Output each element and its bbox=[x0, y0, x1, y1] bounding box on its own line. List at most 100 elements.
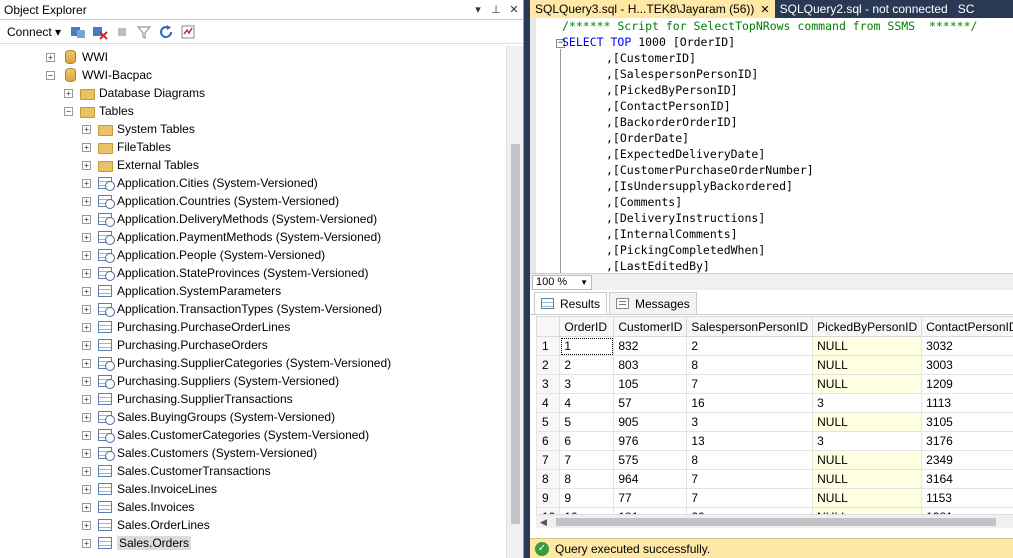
grid-cell[interactable]: 1113 bbox=[921, 393, 1013, 413]
expand-icon[interactable]: + bbox=[82, 250, 91, 260]
connect-button[interactable]: Connect ▾ bbox=[4, 25, 64, 39]
grid-cell[interactable]: 3 bbox=[812, 431, 923, 451]
tab-results[interactable]: Results bbox=[534, 292, 608, 314]
filter-icon[interactable] bbox=[136, 24, 152, 40]
expand-icon[interactable]: + bbox=[82, 160, 91, 170]
expand-icon[interactable]: + bbox=[82, 394, 91, 404]
grid-cell[interactable]: 1 bbox=[559, 336, 615, 356]
activity-monitor-icon[interactable] bbox=[180, 24, 196, 40]
grid-cell[interactable]: 9 bbox=[559, 488, 615, 508]
stop-icon[interactable] bbox=[114, 24, 130, 40]
grid-cell[interactable]: 1153 bbox=[921, 488, 1013, 508]
grid-corner[interactable] bbox=[536, 316, 561, 337]
grid-cell[interactable]: 803 bbox=[613, 355, 688, 375]
expand-icon[interactable]: + bbox=[46, 52, 55, 62]
tree-node[interactable]: + Application.DeliveryMethods (System-Ver… bbox=[82, 210, 377, 228]
row-number[interactable]: 1 bbox=[536, 336, 561, 356]
table-row[interactable]: 5 5 905 3 NULL 3105 bbox=[536, 412, 1013, 432]
zoom-select[interactable]: 100 % ▼ bbox=[532, 274, 592, 290]
results-grid[interactable]: OrderID CustomerID SalespersonPersonID Pick… bbox=[536, 316, 1013, 514]
grid-cell[interactable]: 2 bbox=[559, 355, 615, 375]
close-tab-icon[interactable]: ✕ bbox=[760, 3, 769, 16]
grid-cell[interactable]: 905 bbox=[613, 412, 688, 432]
tree-node[interactable]: + Sales.BuyingGroups (System-Versioned) bbox=[82, 408, 335, 426]
grid-cell[interactable]: 7 bbox=[559, 450, 615, 470]
tree-node[interactable]: + External Tables bbox=[82, 156, 199, 174]
row-number[interactable]: 6 bbox=[536, 431, 561, 451]
expand-icon[interactable]: + bbox=[82, 412, 91, 422]
scroll-left-icon[interactable]: ◀ bbox=[540, 517, 547, 528]
tree-node[interactable]: + Purchasing.PurchaseOrderLines bbox=[82, 318, 290, 336]
grid-cell[interactable]: NULL bbox=[812, 336, 923, 356]
expand-icon[interactable]: + bbox=[82, 322, 91, 332]
tree-node[interactable]: + Application.Countries (System-Versioned… bbox=[82, 192, 339, 210]
row-number[interactable]: 4 bbox=[536, 393, 561, 413]
document-tab[interactable]: SQLQuery2.sql - not connected bbox=[775, 0, 953, 18]
tree-node[interactable]: + Sales.Customers (System-Versioned) bbox=[82, 444, 317, 462]
grid-column-header[interactable]: OrderID bbox=[559, 316, 615, 337]
grid-hscrollbar[interactable]: ◀ bbox=[536, 514, 1013, 528]
expand-icon[interactable]: + bbox=[82, 466, 91, 476]
collapse-icon[interactable]: − bbox=[46, 70, 55, 80]
grid-cell[interactable]: NULL bbox=[812, 450, 923, 470]
grid-cell[interactable]: 832 bbox=[613, 336, 688, 356]
grid-cell[interactable]: 3 bbox=[812, 393, 923, 413]
grid-cell[interactable]: 16 bbox=[686, 393, 814, 413]
table-row[interactable]: 4 4 57 16 3 1113 bbox=[536, 393, 1013, 413]
grid-cell[interactable]: 8 bbox=[686, 355, 814, 375]
expand-icon[interactable]: + bbox=[82, 376, 91, 386]
grid-scroll-thumb[interactable] bbox=[556, 518, 996, 526]
tree-node[interactable]: + Purchasing.Suppliers (System-Versioned) bbox=[82, 372, 339, 390]
grid-column-header[interactable]: ContactPersonID bbox=[921, 316, 1013, 337]
grid-cell[interactable]: 77 bbox=[613, 488, 688, 508]
grid-cell[interactable]: 3105 bbox=[921, 412, 1013, 432]
expand-icon[interactable]: + bbox=[82, 502, 91, 512]
expand-icon[interactable]: + bbox=[82, 124, 91, 134]
grid-column-header[interactable]: SalespersonPersonID bbox=[686, 316, 814, 337]
grid-cell[interactable]: 6 bbox=[559, 431, 615, 451]
pin-icon[interactable]: ⊥ bbox=[487, 3, 505, 16]
grid-cell[interactable]: NULL bbox=[812, 355, 923, 375]
tree-node[interactable]: + Sales.OrderLines bbox=[82, 516, 210, 534]
tree-node[interactable]: + Sales.CustomerTransactions bbox=[82, 462, 271, 480]
tree-node[interactable]: + Application.Cities (System-Versioned) bbox=[82, 174, 318, 192]
collapse-icon[interactable]: − bbox=[64, 106, 73, 116]
grid-cell[interactable]: 3 bbox=[559, 374, 615, 394]
close-icon[interactable]: ✕ bbox=[505, 3, 523, 16]
tree-node[interactable]: + FileTables bbox=[82, 138, 171, 156]
tree-node[interactable]: + Sales.CustomerCategories (System-Versio… bbox=[82, 426, 369, 444]
expand-icon[interactable]: + bbox=[82, 340, 91, 350]
table-row[interactable]: 2 2 803 8 NULL 3003 bbox=[536, 355, 1013, 375]
table-row[interactable]: 6 6 976 13 3 3176 bbox=[536, 431, 1013, 451]
grid-cell[interactable]: NULL bbox=[812, 412, 923, 432]
expand-icon[interactable]: + bbox=[82, 286, 91, 296]
expand-icon[interactable]: + bbox=[82, 484, 91, 494]
grid-cell[interactable]: 7 bbox=[686, 488, 814, 508]
tree-node[interactable]: + Sales.Orders bbox=[82, 534, 192, 552]
tree-node[interactable]: + Sales.InvoiceLines bbox=[82, 480, 217, 498]
expand-icon[interactable]: + bbox=[82, 142, 91, 152]
grid-cell[interactable]: 2 bbox=[686, 336, 814, 356]
tree-node[interactable]: + Application.TransactionTypes (System-Ve… bbox=[82, 300, 382, 318]
document-tab[interactable]: SC bbox=[953, 0, 980, 18]
grid-cell[interactable]: NULL bbox=[812, 374, 923, 394]
grid-cell[interactable]: 57 bbox=[613, 393, 688, 413]
connect-server-icon[interactable] bbox=[70, 24, 86, 40]
grid-cell[interactable]: 1209 bbox=[921, 374, 1013, 394]
row-number[interactable]: 3 bbox=[536, 374, 561, 394]
grid-cell[interactable]: 5 bbox=[559, 412, 615, 432]
grid-cell[interactable]: 105 bbox=[613, 374, 688, 394]
tree-node[interactable]: + Application.People (System-Versioned) bbox=[82, 246, 325, 264]
expand-icon[interactable]: + bbox=[82, 358, 91, 368]
row-number[interactable]: 2 bbox=[536, 355, 561, 375]
grid-cell[interactable]: 7 bbox=[686, 469, 814, 489]
row-number[interactable]: 9 bbox=[536, 488, 561, 508]
grid-cell[interactable]: 575 bbox=[613, 450, 688, 470]
scrollbar-thumb[interactable] bbox=[511, 144, 520, 524]
dropdown-arrow-icon[interactable]: ▾ bbox=[469, 3, 487, 16]
expand-icon[interactable]: + bbox=[82, 214, 91, 224]
expand-icon[interactable]: + bbox=[82, 196, 91, 206]
tree-node[interactable]: + Application.SystemParameters bbox=[82, 282, 281, 300]
grid-cell[interactable]: 2349 bbox=[921, 450, 1013, 470]
grid-cell[interactable]: 964 bbox=[613, 469, 688, 489]
